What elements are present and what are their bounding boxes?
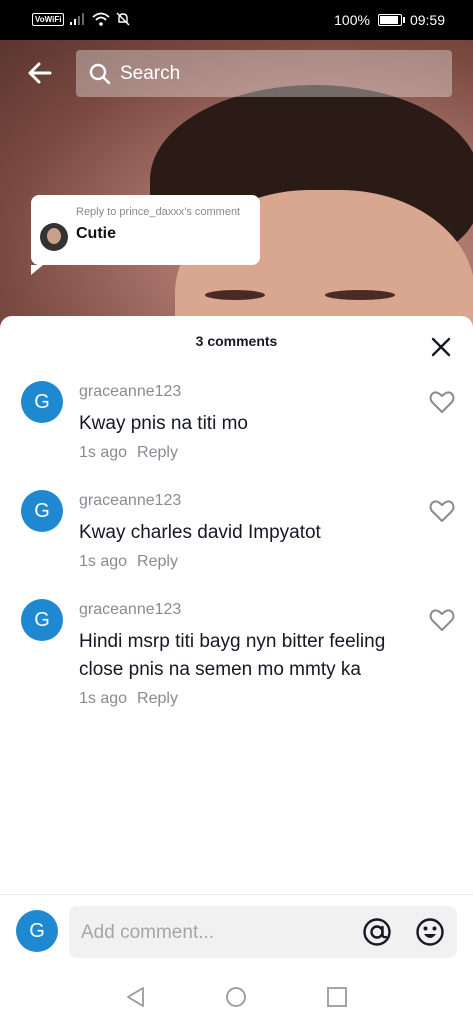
comment-meta: 1s ago Reply: [79, 690, 178, 708]
avatar[interactable]: G: [21, 599, 63, 641]
mute-bell-icon: [116, 12, 130, 26]
comment-time: 1s ago: [79, 690, 128, 707]
search-placeholder: Search: [120, 62, 181, 84]
heart-icon[interactable]: [429, 499, 455, 523]
avatar[interactable]: G: [16, 910, 58, 952]
back-arrow-icon[interactable]: [24, 56, 58, 90]
comment-meta: 1s ago Reply: [79, 444, 178, 462]
reply-text: Cutie: [76, 225, 116, 242]
signal-icon: [70, 13, 85, 25]
heart-icon[interactable]: [429, 390, 455, 414]
nav-recents-icon[interactable]: [326, 986, 348, 1008]
comment-text: Kway charles david Impyatot: [79, 522, 321, 543]
avatar: [40, 223, 68, 251]
divider: [0, 894, 473, 895]
search-icon: [89, 63, 111, 84]
comment-username[interactable]: graceanne123: [79, 383, 181, 401]
comment-meta: 1s ago Reply: [79, 553, 178, 571]
add-comment-input[interactable]: [79, 906, 353, 960]
battery-icon: [377, 14, 405, 26]
vowifi-indicator: VoWiFi: [32, 12, 65, 26]
comment-time: 1s ago: [79, 444, 128, 461]
reply-button[interactable]: Reply: [137, 444, 178, 461]
emoji-icon[interactable]: [415, 917, 445, 947]
search-input[interactable]: Search: [76, 50, 452, 97]
reply-button[interactable]: Reply: [137, 553, 178, 570]
comments-count-title: 3 comments: [195, 333, 278, 349]
reply-title: Reply to prince_daxxx's comment: [76, 206, 241, 218]
heart-icon[interactable]: [429, 608, 455, 632]
comment-username[interactable]: graceanne123: [79, 492, 181, 510]
mention-icon[interactable]: [362, 917, 392, 947]
comment-text: Kway pnis na titi mo: [79, 413, 248, 434]
comment-text: Hindi msrp titi bayg nyn bitter feeling …: [79, 631, 386, 680]
avatar[interactable]: G: [21, 490, 63, 532]
status-bar: VoWiFi 100% 09:59: [0, 0, 473, 40]
comment-time: 1s ago: [79, 553, 128, 570]
comments-sheet: 3 comments G graceanne123 Kway pnis na t…: [0, 316, 473, 1024]
reply-button[interactable]: Reply: [137, 690, 178, 707]
reply-comment-sticker: Reply to prince_daxxx's comment Cutie: [31, 195, 260, 275]
nav-back-icon[interactable]: [125, 986, 147, 1008]
avatar[interactable]: G: [21, 381, 63, 423]
comment-username[interactable]: graceanne123: [79, 601, 181, 619]
clock: 09:59: [409, 12, 445, 28]
add-comment-box[interactable]: [69, 906, 457, 960]
battery-percent: 100%: [334, 12, 370, 28]
close-icon[interactable]: [430, 336, 452, 358]
nav-home-icon[interactable]: [225, 986, 247, 1008]
navigation-bar: [0, 966, 473, 1024]
wifi-icon: [92, 12, 111, 26]
